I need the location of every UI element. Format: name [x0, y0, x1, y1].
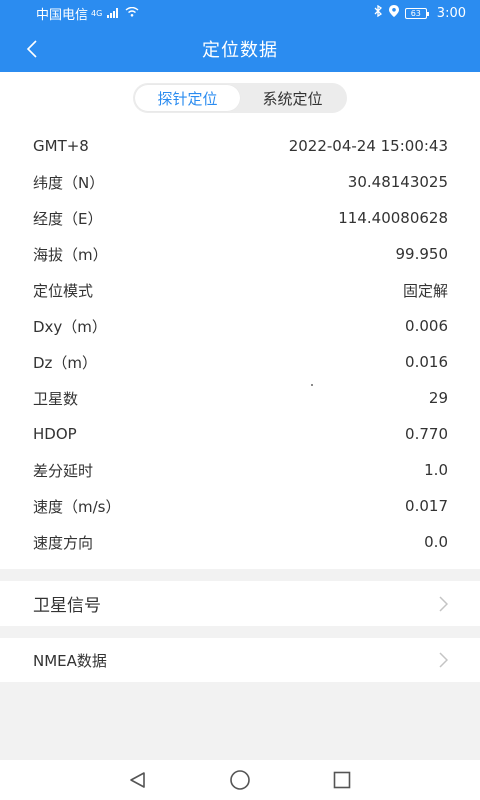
satellite-signal-label: 卫星信号 — [33, 596, 101, 616]
row-label: 差分延时 — [33, 461, 94, 480]
row-satellite-count: 卫星数 29 — [0, 380, 480, 416]
row-altitude: 海拔（m） 99.950 — [0, 236, 480, 272]
row-label: Dz（m） — [33, 353, 98, 372]
row-latitude: 纬度（N） 30.48143025 — [0, 164, 480, 200]
row-label: 海拔（m） — [33, 245, 108, 264]
row-value: 0.006 — [405, 317, 448, 335]
row-gmt: GMT+8 2022-04-24 15:00:43 — [0, 128, 480, 164]
row-label: 速度（m/s） — [33, 497, 121, 516]
system-nav-bar — [0, 760, 480, 800]
row-label: 纬度（N） — [33, 173, 105, 192]
empty-area — [0, 682, 480, 760]
back-button[interactable] — [18, 35, 46, 63]
section-divider — [0, 626, 480, 638]
clock: 3:00 — [436, 5, 466, 21]
bluetooth-icon — [374, 4, 383, 21]
chevron-right-icon — [439, 652, 448, 668]
nmea-data-label: NMEA数据 — [33, 651, 107, 670]
row-value: 2022-04-24 15:00:43 — [288, 137, 448, 155]
tab-system-positioning[interactable]: 系统定位 — [240, 85, 345, 111]
network-type: 4G — [91, 8, 103, 18]
row-dz: Dz（m） 0.016 — [0, 344, 480, 380]
status-left: 中国电信 4G — [36, 4, 139, 23]
row-positioning-mode: 定位模式 固定解 — [0, 272, 480, 308]
row-value: 1.0 — [424, 461, 448, 479]
status-right: 63 3:00 — [374, 4, 466, 21]
chevron-left-icon — [26, 40, 37, 58]
wifi-icon — [125, 6, 139, 21]
row-label: 速度方向 — [33, 533, 94, 552]
battery-icon: 63 — [404, 7, 429, 19]
circle-home-icon — [230, 770, 250, 790]
section-divider — [0, 569, 480, 581]
dot-mark — [311, 384, 313, 386]
row-value: 0.770 — [405, 425, 448, 443]
row-value: 29 — [428, 389, 448, 407]
row-longitude: 经度（E） 114.40080628 — [0, 200, 480, 236]
positioning-source-toggle: 探针定位 系统定位 — [133, 83, 347, 113]
row-value: 固定解 — [402, 281, 448, 300]
tab-probe-positioning[interactable]: 探针定位 — [135, 85, 240, 111]
row-label: HDOP — [33, 425, 77, 443]
row-value: 0.0 — [424, 533, 448, 551]
row-label: 定位模式 — [33, 281, 94, 300]
location-icon — [388, 5, 399, 21]
row-value: 99.950 — [395, 245, 449, 263]
chevron-right-icon — [439, 595, 448, 612]
positioning-data-list: GMT+8 2022-04-24 15:00:43 纬度（N） 30.48143… — [0, 128, 480, 560]
triangle-back-icon — [130, 772, 145, 788]
row-heading: 速度方向 0.0 — [0, 524, 480, 560]
row-label: GMT+8 — [33, 137, 89, 155]
square-recents-icon — [333, 771, 351, 789]
nav-recents-button[interactable] — [330, 768, 354, 792]
row-differential-delay: 差分延时 1.0 — [0, 452, 480, 488]
row-speed: 速度（m/s） 0.017 — [0, 488, 480, 524]
nmea-data-link[interactable]: NMEA数据 — [0, 638, 480, 682]
page-title: 定位数据 — [202, 40, 278, 61]
row-label: 卫星数 — [33, 389, 79, 408]
carrier-name: 中国电信 — [36, 7, 89, 23]
row-value: 30.48143025 — [347, 173, 448, 191]
row-dxy: Dxy（m） 0.006 — [0, 308, 480, 344]
signal-icon — [107, 8, 119, 18]
nav-home-button[interactable] — [228, 768, 252, 792]
row-label: 经度（E） — [33, 209, 103, 228]
status-bar: 中国电信 4G 63 3:00 — [0, 0, 480, 26]
app-bar: 定位数据 — [0, 26, 480, 72]
row-label: Dxy（m） — [33, 317, 107, 336]
nav-back-button[interactable] — [126, 768, 150, 792]
satellite-signal-link[interactable]: 卫星信号 — [0, 581, 480, 626]
row-value: 114.40080628 — [338, 209, 448, 227]
row-value: 0.017 — [405, 497, 448, 515]
row-value: 0.016 — [405, 353, 448, 371]
row-hdop: HDOP 0.770 — [0, 416, 480, 452]
